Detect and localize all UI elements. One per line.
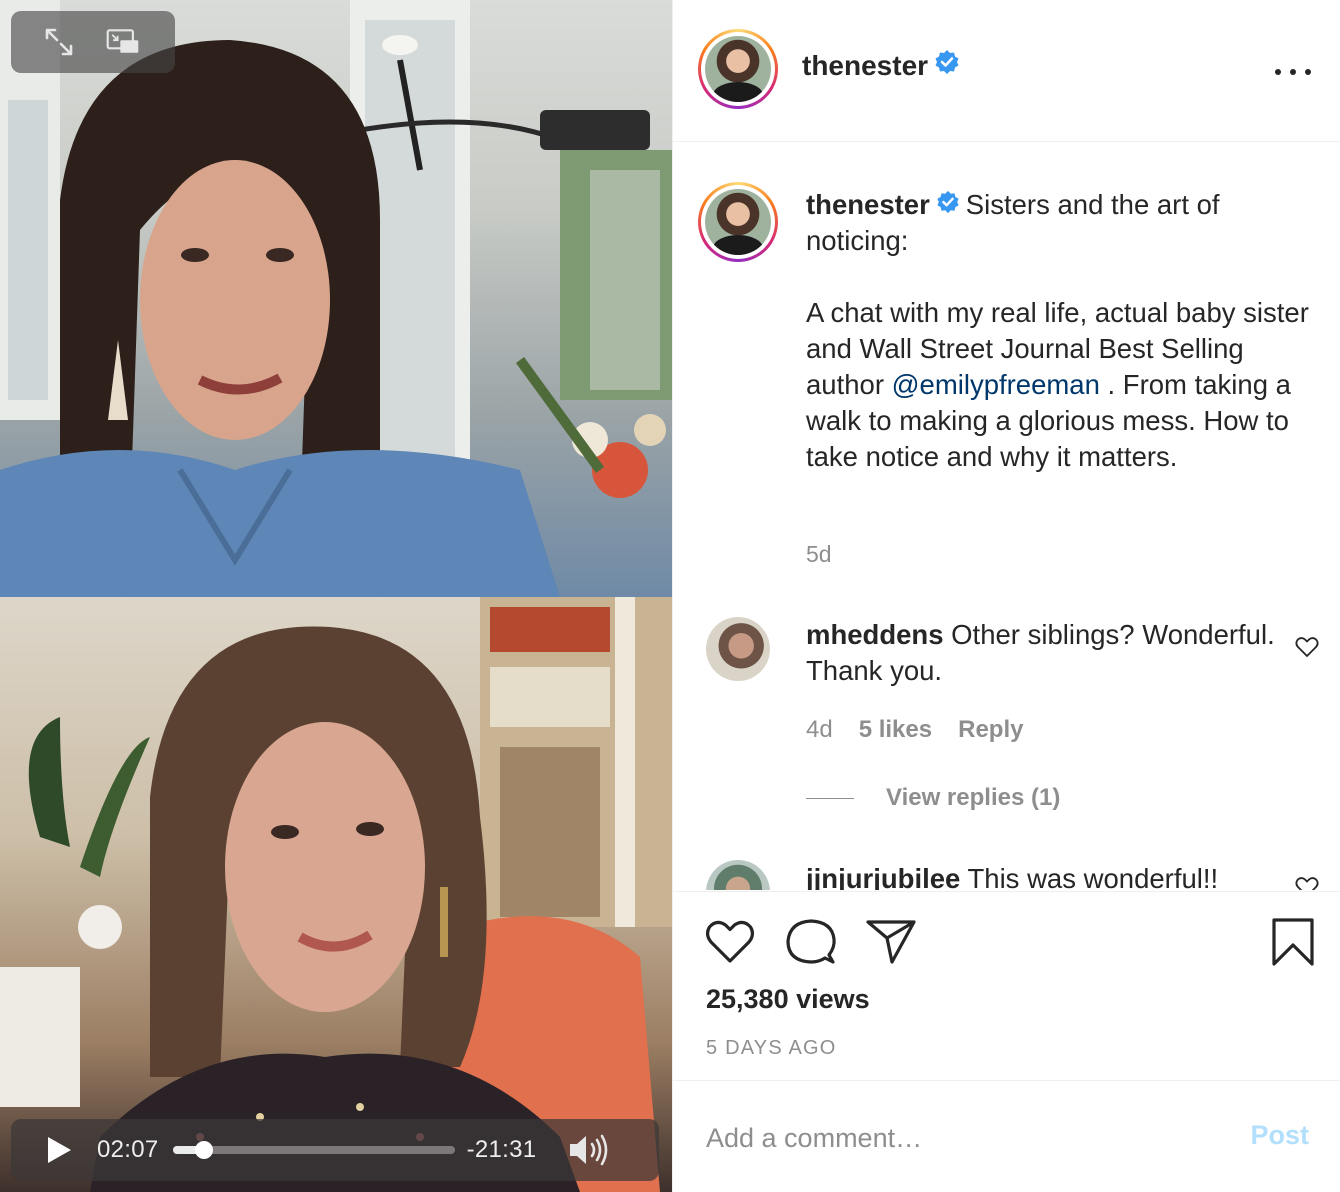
reply-button[interactable]: Reply xyxy=(958,716,1023,744)
post-panel: thenester thenester Sisters and the art … xyxy=(672,0,1340,1192)
remaining-time: -21:31 xyxy=(466,1136,537,1163)
comment-text: jjnjurjubilee This was wonderful!! xyxy=(806,861,1276,890)
view-replies-button[interactable]: View replies (1) xyxy=(806,784,1060,812)
commenter-avatar[interactable] xyxy=(706,617,770,681)
comment-like-heart-icon[interactable] xyxy=(1295,636,1319,663)
video-feed-bottom xyxy=(0,597,672,1192)
player-control-bar: 02:07 -21:31 xyxy=(11,1119,659,1181)
username-text[interactable]: thenester xyxy=(802,50,928,81)
commenter-username[interactable]: jjnjurjubilee xyxy=(806,863,960,890)
picture-in-picture-icon[interactable] xyxy=(105,24,141,60)
video-scrubber[interactable] xyxy=(172,1141,455,1159)
comment-input[interactable] xyxy=(706,1116,1226,1160)
post-caption: thenester Sisters and the art of noticin… xyxy=(806,187,1321,475)
view-count[interactable]: 25,380 views xyxy=(706,984,870,1015)
verified-badge-icon xyxy=(934,49,960,82)
play-icon[interactable] xyxy=(39,1130,79,1170)
video-player[interactable]: 02:07 -21:31 xyxy=(0,0,672,1192)
post-date[interactable]: 5 DAYS AGO xyxy=(706,1037,837,1060)
scrubber-handle[interactable] xyxy=(194,1141,213,1159)
caption-username[interactable]: thenester xyxy=(806,189,930,220)
post-actions: 25,380 views 5 DAYS AGO xyxy=(673,891,1340,1081)
more-options-icon[interactable] xyxy=(1275,60,1311,84)
commenter-avatar[interactable] xyxy=(706,860,770,890)
caption-timestamp[interactable]: 5d xyxy=(806,541,832,568)
comment-age[interactable]: 4d xyxy=(806,716,833,744)
comments-list[interactable]: thenester Sisters and the art of noticin… xyxy=(673,143,1340,890)
comment-message: This was wonderful!! xyxy=(967,863,1219,890)
post-button[interactable]: Post xyxy=(1250,1120,1309,1151)
caption-avatar[interactable] xyxy=(698,182,778,262)
divider xyxy=(806,797,854,799)
commenter-username[interactable]: mheddens xyxy=(806,619,944,650)
mention-link[interactable]: @emilypfreeman xyxy=(892,369,1100,400)
speaker-icon[interactable] xyxy=(566,1130,612,1170)
comment-composer: Post xyxy=(673,1082,1340,1192)
elapsed-time: 02:07 xyxy=(97,1136,159,1163)
comment-meta: 4d 5 likes Reply xyxy=(806,716,1023,744)
comment-text: mheddens Other siblings? Wonderful. Than… xyxy=(806,617,1276,689)
expand-arrows-icon[interactable] xyxy=(41,24,77,60)
view-replies-label: View replies (1) xyxy=(886,784,1061,811)
heart-icon[interactable] xyxy=(704,917,756,970)
comment-like-heart-icon[interactable] xyxy=(1295,876,1319,890)
post-header: thenester xyxy=(673,0,1340,142)
video-overlay-controls xyxy=(11,11,175,73)
share-paper-plane-icon[interactable] xyxy=(865,917,917,970)
comment-bubble-icon[interactable] xyxy=(785,917,837,972)
verified-badge-icon xyxy=(936,187,960,223)
comment-likes[interactable]: 5 likes xyxy=(859,716,932,744)
bookmark-icon[interactable] xyxy=(1270,917,1316,972)
video-feed-top xyxy=(0,0,672,597)
avatar[interactable] xyxy=(698,29,778,109)
header-username[interactable]: thenester xyxy=(802,50,960,82)
